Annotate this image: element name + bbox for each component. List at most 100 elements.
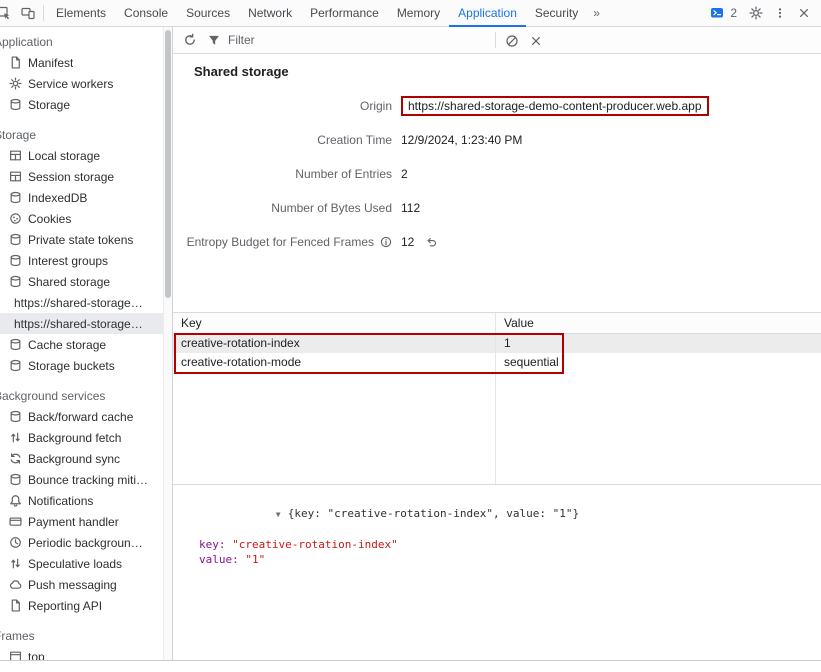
sidebar-item-local-storage[interactable]: Local storage [0, 145, 163, 166]
panel-toolbar [173, 27, 821, 54]
settings-gear-icon[interactable] [744, 0, 768, 27]
inspect-element-icon[interactable] [0, 0, 16, 27]
database-icon [8, 191, 22, 205]
sidebar-item-notifications[interactable]: Notifications [0, 490, 163, 511]
expander-icon[interactable]: ▼ [276, 507, 288, 522]
database-icon [8, 359, 22, 373]
sidebar-item-label: Periodic backgroun… [28, 536, 143, 550]
preview-property-value: value: "1" [199, 552, 821, 567]
tab-application[interactable]: Application [449, 0, 526, 27]
sidebar-item-storage[interactable]: Storage [0, 94, 163, 115]
sidebar-item-https-shared-storage[interactable]: https://shared-storage… [0, 292, 163, 313]
devtools-tabbar: ElementsConsoleSourcesNetworkPerformance… [0, 0, 821, 27]
sidebar-item-background-sync[interactable]: Background sync [0, 448, 163, 469]
property-value: "creative-rotation-index" [232, 538, 398, 551]
sidebar-item-shared-storage[interactable]: Shared storage [0, 271, 163, 292]
filter-input[interactable] [228, 33, 453, 47]
sidebar-item-top[interactable]: top [0, 646, 163, 660]
service-worker-icon [8, 77, 22, 91]
tab-security[interactable]: Security [526, 0, 587, 27]
kebab-menu-icon[interactable] [768, 0, 792, 27]
sidebar-item-interest-groups[interactable]: Interest groups [0, 250, 163, 271]
database-icon [8, 98, 22, 112]
sidebar-item-back-forward-cache[interactable]: Back/forward cache [0, 406, 163, 427]
sidebar-item-bounce-tracking-miti[interactable]: Bounce tracking miti… [0, 469, 163, 490]
database-icon [8, 338, 22, 352]
annotation-origin-box: https://shared-storage-demo-content-prod… [401, 96, 709, 116]
tab-elements[interactable]: Elements [47, 0, 115, 27]
table-row-creative-rotation-index[interactable]: creative-rotation-index1 [173, 334, 821, 353]
sidebar-item-cache-storage[interactable]: Cache storage [0, 334, 163, 355]
devtools-shifted-canvas: ElementsConsoleSourcesNetworkPerformance… [0, 0, 821, 672]
preview-properties: key: "creative-rotation-index"value: "1" [183, 537, 821, 567]
delete-selected-icon[interactable] [524, 27, 548, 54]
table-row-creative-rotation-mode[interactable]: creative-rotation-modesequential [173, 353, 821, 372]
sidebar-item-background-fetch[interactable]: Background fetch [0, 427, 163, 448]
sidebar-item-label: Background fetch [28, 431, 121, 445]
sidebar-item-private-state-tokens[interactable]: Private state tokens [0, 229, 163, 250]
sidebar-item-label: top [28, 650, 45, 661]
device-toolbar-icon[interactable] [16, 0, 40, 27]
sidebar-item-storage-buckets[interactable]: Storage buckets [0, 355, 163, 376]
cell-value: sequential [495, 353, 821, 372]
section-header-frames: Frames [0, 627, 163, 646]
sidebar-item-label: Reporting API [28, 599, 102, 613]
sidebar-item-label: Service workers [28, 77, 113, 91]
sidebar-item-session-storage[interactable]: Session storage [0, 166, 163, 187]
metadata-fields: Origin https://shared-storage-demo-conten… [173, 89, 821, 259]
property-name: value: [199, 553, 245, 566]
shared-storage-panel: Shared storage Originhttps://shared-stor… [173, 27, 821, 660]
field-value: 12 [401, 235, 437, 249]
sidebar-item-service-workers[interactable]: Service workers [0, 73, 163, 94]
sidebar-scrollbar-thumb[interactable] [165, 30, 171, 298]
sidebar-item-label: Cookies [28, 212, 71, 226]
clock-icon [8, 536, 22, 550]
sidebar-item-label: Notifications [28, 494, 93, 508]
sidebar-item-reporting-api[interactable]: Reporting API [0, 595, 163, 616]
field-value: https://shared-storage-demo-content-prod… [401, 96, 709, 116]
more-tabs-button[interactable]: » [587, 0, 606, 27]
issues-icon[interactable] [705, 0, 729, 27]
sidebar-item-cookies[interactable]: Cookies [0, 208, 163, 229]
sidebar-item-label: Local storage [28, 149, 100, 163]
cell-key: creative-rotation-mode [173, 353, 495, 372]
devtools-window: ElementsConsoleSourcesNetworkPerformance… [0, 0, 821, 672]
field-label: Origin [173, 99, 392, 113]
delete-all-icon[interactable] [500, 27, 524, 54]
tab-performance[interactable]: Performance [301, 0, 388, 27]
sidebar-item-label: Cache storage [28, 338, 106, 352]
column-header-key[interactable]: Key [173, 313, 495, 333]
sidebar-tree: ApplicationManifestService workersStorag… [0, 27, 163, 660]
tab-memory[interactable]: Memory [388, 0, 449, 27]
field-value: 12/9/2024, 1:23:40 PM [401, 133, 522, 147]
column-header-value[interactable]: Value [495, 313, 821, 333]
devtools-tabbar-tabs: ElementsConsoleSourcesNetworkPerformance… [47, 0, 606, 27]
toolbar-right-controls [500, 27, 548, 54]
bell-icon [8, 494, 22, 508]
sidebar-item-label: Storage [28, 98, 70, 112]
sidebar-item-payment-handler[interactable]: Payment handler [0, 511, 163, 532]
preview-property-key: key: "creative-rotation-index" [199, 537, 821, 552]
sidebar-item-periodic-backgroun[interactable]: Periodic backgroun… [0, 532, 163, 553]
tabbar-divider [43, 5, 44, 21]
sidebar-item-manifest[interactable]: Manifest [0, 52, 163, 73]
tab-network[interactable]: Network [239, 0, 301, 27]
sidebar-item-push-messaging[interactable]: Push messaging [0, 574, 163, 595]
close-devtools-icon[interactable] [792, 0, 816, 27]
section-header-background-services: Background services [0, 387, 163, 406]
sidebar-item-speculative-loads[interactable]: Speculative loads [0, 553, 163, 574]
filter-funnel-icon [202, 27, 226, 54]
tab-sources[interactable]: Sources [177, 0, 239, 27]
sidebar-item-https-shared-storage[interactable]: https://shared-storage… [0, 313, 163, 334]
field-label: Entropy Budget for Fenced Frames [173, 235, 392, 249]
sidebar-item-label: Speculative loads [28, 557, 122, 571]
info-icon[interactable] [379, 236, 392, 249]
document-icon [8, 599, 22, 613]
sidebar-scrollbar[interactable] [163, 27, 172, 660]
refresh-icon[interactable] [178, 27, 202, 54]
sidebar-item-indexeddb[interactable]: IndexedDB [0, 187, 163, 208]
cloud-icon [8, 578, 22, 592]
reset-budget-icon[interactable] [424, 236, 437, 249]
payment-card-icon [8, 515, 22, 529]
tab-console[interactable]: Console [115, 0, 177, 27]
